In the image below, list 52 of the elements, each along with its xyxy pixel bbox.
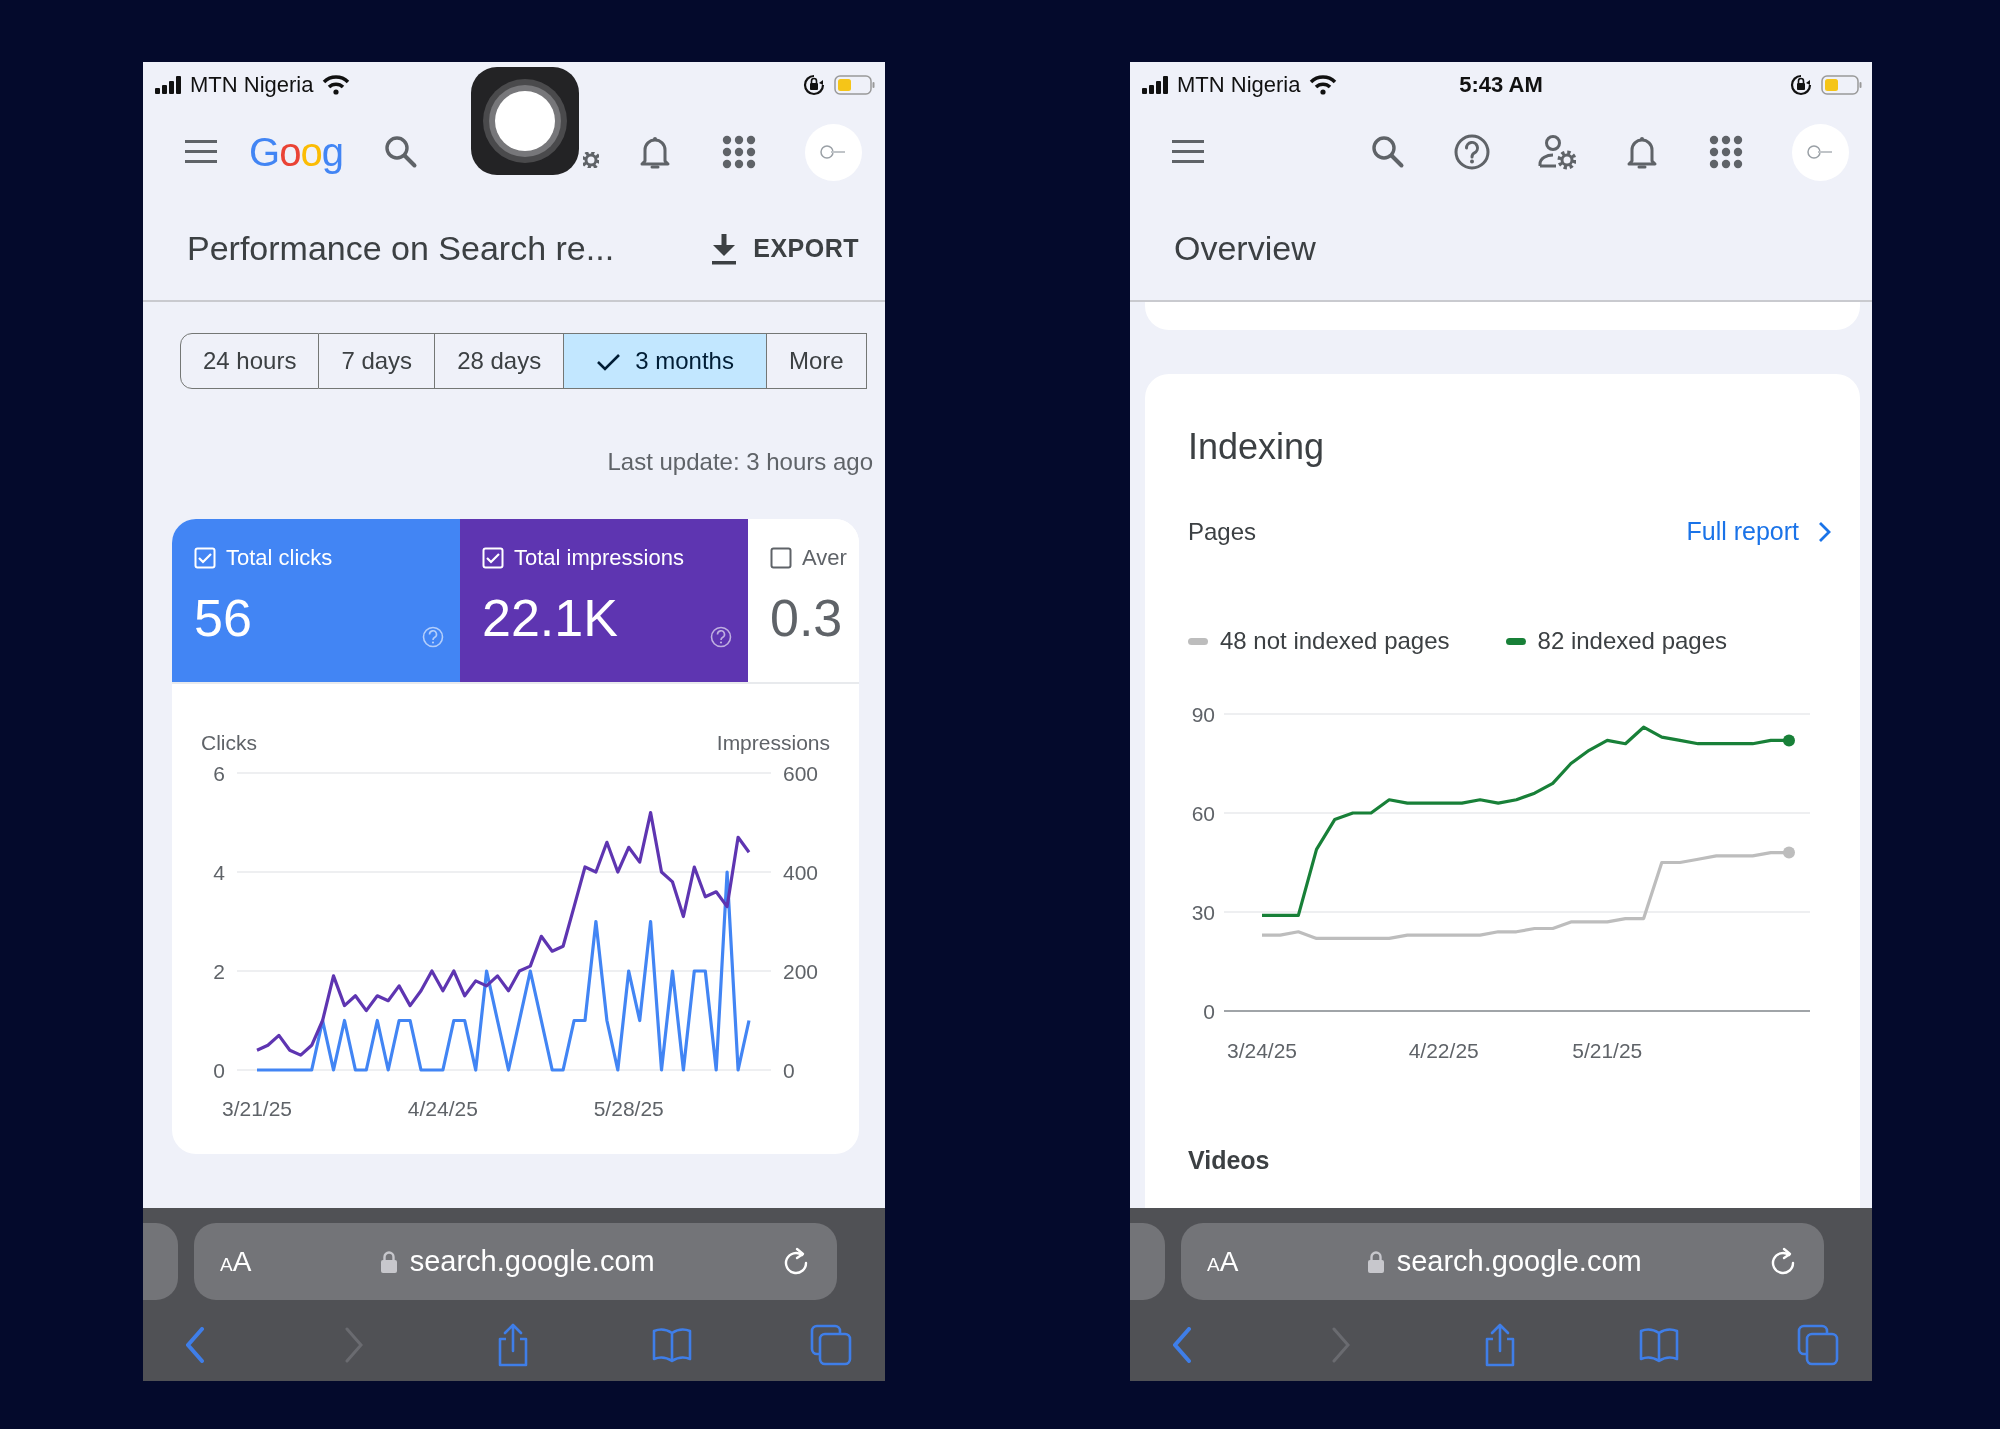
tick-label: 200 [783,960,819,983]
legend-label: 82 indexed pages [1537,626,1728,656]
tick-label: 4/24/25 [407,1097,478,1120]
metric-value: 56 [194,588,252,648]
tick-label: 4/22/25 [1408,1039,1479,1062]
axis-title: Impressions [716,731,830,754]
carrier-name: MTN Nigeria [1177,71,1301,99]
date-range-chip[interactable]: More [766,333,867,389]
date-range-chip[interactable]: 7 days [319,333,436,389]
metric-label: Total impressions [514,544,684,572]
tick-label: 2 [213,960,225,983]
tick-label: 400 [783,861,819,884]
metric-value: 22.1K [482,588,618,648]
address-bar[interactable]: AA search.google.com [1181,1223,1824,1300]
section-title: Indexing [1188,425,1325,469]
tick-label: 0 [783,1059,795,1082]
metric-card[interactable]: Total impressions 22.1K [460,519,748,682]
metric-value: 0.3 [770,588,843,648]
tick-label: 6 [213,762,225,785]
logo: Goog [249,129,343,176]
address-bar[interactable]: AA search.google.com [194,1223,837,1300]
section-title: Videos [1188,1145,1270,1176]
date-range-chip[interactable]: 3 months [564,333,767,389]
status-time: 5:43 AM [1459,71,1543,99]
metric-label: Aver [802,544,847,572]
text-size-button[interactable]: AA [1207,1240,1239,1283]
page-title: Performance on Search re... [187,228,615,269]
last-update-text: Last update: 3 hours ago [607,447,873,477]
subsection-title: Pages [1188,517,1257,547]
tick-label: 5/28/25 [593,1097,664,1120]
tick-label: 3/24/25 [1226,1039,1298,1062]
axis-title: Clicks [201,731,257,754]
tick-label: 90 [1191,703,1215,726]
url-text: search.google.com [409,1243,655,1279]
full-report-link[interactable]: Full report [1686,513,1832,551]
metric-label: Total clicks [226,544,333,572]
tick-label: 3/21/25 [221,1097,293,1120]
legend-label: 48 not indexed pages [1220,626,1450,656]
tick-label: 5/21/25 [1572,1039,1643,1062]
date-range-chip[interactable]: 24 hours [180,333,320,389]
tick-label: 0 [1203,1000,1215,1023]
carrier-name: MTN Nigeria [190,71,314,99]
tick-label: 4 [213,861,225,884]
export-button[interactable]: EXPORT [705,225,863,272]
metric-card[interactable]: Total clicks 56 [172,519,460,682]
tick-label: 60 [1191,802,1215,825]
text-size-button[interactable]: AA [220,1240,252,1283]
tick-label: 30 [1191,901,1215,924]
page-title: Overview [1174,228,1316,269]
tick-label: 0 [213,1059,225,1082]
url-text: search.google.com [1396,1243,1642,1279]
tick-label: 600 [783,762,819,785]
